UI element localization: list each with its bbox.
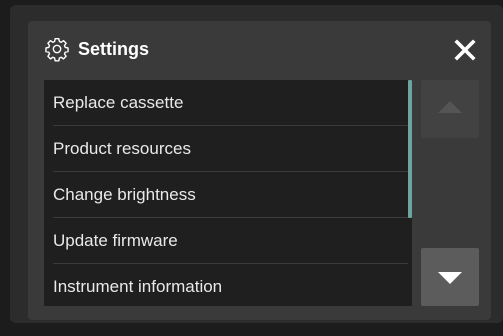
dialog-header: Settings [28,21,491,79]
menu-item-label: Instrument information [53,277,223,296]
menu-item-product-resources[interactable]: Product resources [44,126,412,172]
triangle-down-icon [438,272,462,284]
menu-item-label: Product resources [53,139,191,158]
scrollbar-thumb[interactable] [408,80,412,218]
settings-menu-list[interactable]: Replace cassette Product resources Chang… [44,80,412,306]
scroll-down-button[interactable] [421,248,479,306]
menu-item-instrument-information[interactable]: Instrument information [44,264,412,306]
menu-item-label: Change brightness [53,185,196,204]
settings-dialog: Settings Replace cassette Product resour… [28,21,491,320]
menu-item-update-firmware[interactable]: Update firmware [44,218,412,264]
menu-item-change-brightness[interactable]: Change brightness [44,172,412,218]
close-icon[interactable] [453,38,477,62]
menu-item-replace-cassette[interactable]: Replace cassette [44,80,412,126]
menu-item-label: Replace cassette [53,93,184,112]
scroll-up-button[interactable] [421,80,479,138]
gear-icon [45,38,69,62]
menu-item-label: Update firmware [53,231,178,250]
dialog-title: Settings [78,39,150,59]
triangle-up-icon [438,101,462,113]
